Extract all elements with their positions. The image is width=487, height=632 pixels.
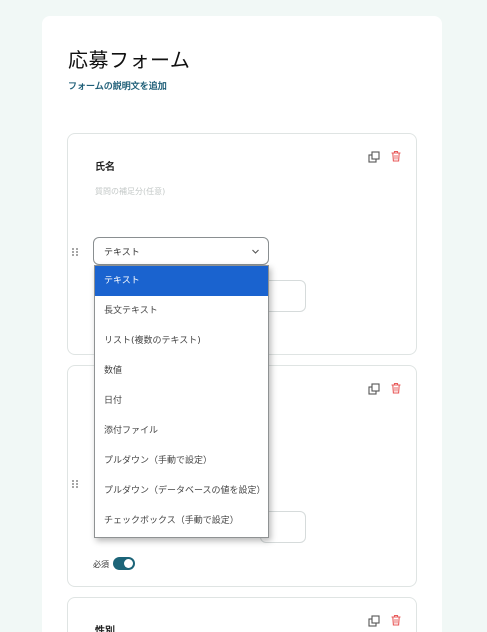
required-toggle[interactable]: [113, 557, 135, 570]
field-type-select[interactable]: テキスト: [93, 237, 269, 265]
dropdown-option[interactable]: リスト(複数のテキスト): [95, 326, 268, 356]
dropdown-option[interactable]: 添付ファイル: [95, 416, 268, 446]
copy-icon[interactable]: [368, 383, 380, 395]
copy-icon[interactable]: [368, 151, 380, 163]
field-type-selected: テキスト: [104, 248, 140, 258]
add-description-link[interactable]: フォームの説明文を追加: [68, 79, 167, 92]
dropdown-option[interactable]: チェックボックス（手動で設定）: [95, 506, 268, 536]
form-title[interactable]: 応募フォーム: [68, 44, 190, 73]
dropdown-option[interactable]: テキスト: [95, 266, 268, 296]
toggle-knob: [124, 559, 133, 568]
dropdown-option[interactable]: 日付: [95, 386, 268, 416]
dropdown-option[interactable]: 長文テキスト: [95, 296, 268, 326]
help-text-placeholder[interactable]: 質問の補足分(任意): [95, 186, 165, 197]
dropdown-option[interactable]: プルダウン（データベースの値を設定）: [95, 476, 268, 506]
trash-icon[interactable]: [390, 382, 402, 394]
drag-handle-icon[interactable]: [71, 479, 79, 489]
trash-icon[interactable]: [390, 614, 402, 626]
chevron-down-icon: [252, 249, 259, 254]
field-type-dropdown: テキスト 長文テキスト リスト(複数のテキスト) 数値 日付 添付ファイル プル…: [94, 265, 269, 538]
copy-icon[interactable]: [368, 615, 380, 627]
drag-handle-icon[interactable]: [71, 247, 79, 257]
question-label[interactable]: 性別: [95, 622, 115, 632]
question-card: 性別: [67, 597, 417, 632]
required-label: 必須: [93, 560, 109, 569]
question-label[interactable]: 氏名: [95, 158, 115, 173]
dropdown-option[interactable]: 数値: [95, 356, 268, 386]
dropdown-option[interactable]: プルダウン（手動で設定）: [95, 446, 268, 476]
trash-icon[interactable]: [390, 150, 402, 162]
